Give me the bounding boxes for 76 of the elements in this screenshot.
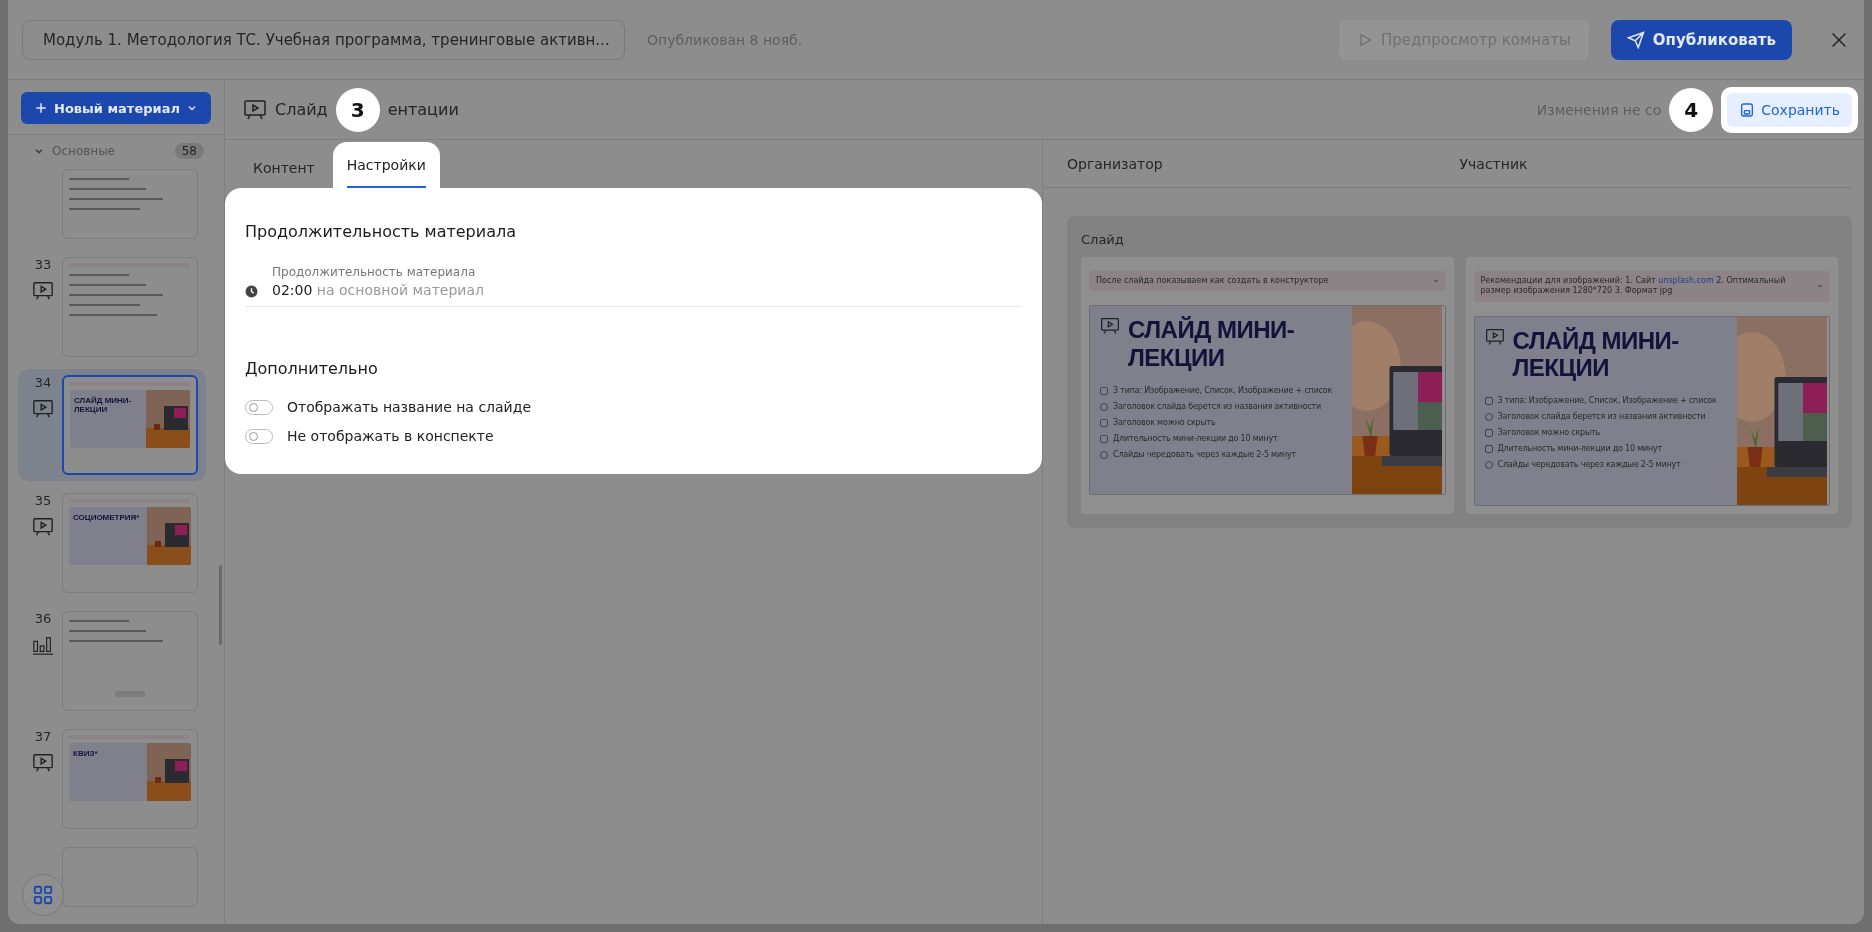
slide-number: 34 <box>34 375 52 390</box>
bullet-text: Заголовок можно скрыть <box>1497 428 1601 438</box>
presentation-icon <box>243 97 267 122</box>
slide-title: СЛАЙД МИНИ-ЛЕКЦИИ <box>1512 326 1680 382</box>
toggle-switch[interactable] <box>245 399 273 415</box>
slide-title: КВИЗ* <box>72 748 99 760</box>
bullet-text: Слайды чередовать через каждые 2-5 минут <box>1497 460 1681 470</box>
checkbox-icon <box>1484 396 1493 405</box>
section-heading: Продолжительность материала <box>245 222 517 241</box>
bullet-text: Слайды чередовать через каждые 2-5 минут <box>1113 450 1296 460</box>
step-badge: 4 <box>1669 87 1714 132</box>
publish-button[interactable]: Опубликовать <box>1610 19 1792 60</box>
chevron-down-icon <box>1817 283 1823 290</box>
section-count: 58 <box>174 143 204 159</box>
grid-icon <box>32 884 54 906</box>
slide-title: СЛАЙД МИНИ-ЛЕКЦИИ <box>1128 316 1296 372</box>
slide-item[interactable]: 35 СОЦИОМЕТРИЯ* <box>18 487 206 599</box>
slide-number: 35 <box>34 493 52 508</box>
presentation-icon <box>1100 316 1120 337</box>
slide-title: СЛАЙД МИНИ-ЛЕКЦИИ <box>73 395 133 416</box>
chevron-icon[interactable] <box>34 146 44 156</box>
presentation-icon <box>32 516 54 538</box>
bullet-text: Длительность мини-лекции до 10 минут <box>1113 434 1278 444</box>
grid-view-button[interactable] <box>22 874 64 916</box>
checkbox-icon <box>1100 434 1108 443</box>
note-link[interactable]: unsplash.com <box>1658 276 1714 285</box>
slide-item[interactable]: 37 КВИЗ* <box>18 723 206 835</box>
bullet-text: 3 типа: Изображение, Список, Изображение + список <box>1497 396 1717 406</box>
save-button[interactable]: Сохранить <box>1727 92 1852 127</box>
section-label: Основные <box>52 144 116 158</box>
checkbox-icon <box>1484 428 1493 437</box>
chevron-down-icon <box>1432 278 1439 285</box>
send-icon <box>1626 30 1645 49</box>
bullet-text: Длительность мини-лекции до 10 минут <box>1497 444 1663 454</box>
scrollbar-thumb[interactable] <box>219 565 222 645</box>
presentation-icon <box>1484 326 1505 347</box>
note-text: После слайда показываем как создать в конструкторе <box>1096 276 1330 287</box>
new-material-button[interactable]: Новый материал <box>21 92 211 124</box>
plus-icon <box>34 101 49 115</box>
section-heading: Дополнительно <box>245 359 379 378</box>
tab[interactable]: Настройки <box>332 142 440 188</box>
checkbox-icon <box>1100 386 1108 395</box>
duration-field[interactable]: Продолжительность материала 02:00 на основной материал <box>245 265 1022 307</box>
option-label: Отображать название на слайде <box>287 399 531 415</box>
slide-number: 36 <box>34 611 52 626</box>
note-text: Рекомендации для изображений: 1. Сайт unsplash.com 2. Оптимальный размер изображения 1280*720 3. Формат jpg <box>1480 276 1787 297</box>
presentation-icon <box>32 752 54 774</box>
column-heading: Организатор <box>1067 155 1164 172</box>
play-icon <box>1357 31 1374 48</box>
card-title: Слайд <box>1081 232 1125 247</box>
tab[interactable]: Контент <box>239 148 329 188</box>
slide-item[interactable]: 33 <box>18 251 206 363</box>
save-icon <box>1739 101 1756 118</box>
slide-title: СОЦИОМЕТРИЯ* <box>72 512 141 524</box>
bullet-text: Заголовок слайда берется из названия активности <box>1113 402 1322 412</box>
material-title: ентации <box>387 100 459 119</box>
presentation-icon <box>32 280 54 302</box>
bullet-text: Заголовок можно скрыть <box>1113 418 1216 428</box>
presentation-icon <box>32 398 54 420</box>
column-heading: Участник <box>1459 155 1529 172</box>
slide-number: 33 <box>34 257 52 272</box>
step-badge: 3 <box>335 87 380 132</box>
toggle-switch[interactable] <box>245 428 273 444</box>
clock-icon <box>245 285 258 298</box>
checkbox-icon <box>1484 444 1493 453</box>
material-title: Слайд <box>275 100 328 119</box>
slide-number: 37 <box>34 729 52 744</box>
module-title: Модуль 1. Методология ТС. Учебная программа, тренинговые активн... <box>43 30 610 49</box>
bar-chart-icon <box>32 634 54 656</box>
slide-item[interactable]: 34 СЛАЙД МИНИ-ЛЕКЦИИ <box>18 369 206 481</box>
slide-item[interactable]: 36 <box>18 605 206 717</box>
bullet-text: Заголовок слайда берется из названия активности <box>1497 412 1706 422</box>
option-label: Не отображать в конспекте <box>287 428 494 444</box>
module-select[interactable]: Модуль 1. Методология ТС. Учебная программа, тренинговые активн... <box>22 19 625 60</box>
checkbox-icon <box>1100 418 1108 427</box>
bullet-text: 3 типа: Изображение, Список, Изображение + список <box>1113 386 1333 396</box>
